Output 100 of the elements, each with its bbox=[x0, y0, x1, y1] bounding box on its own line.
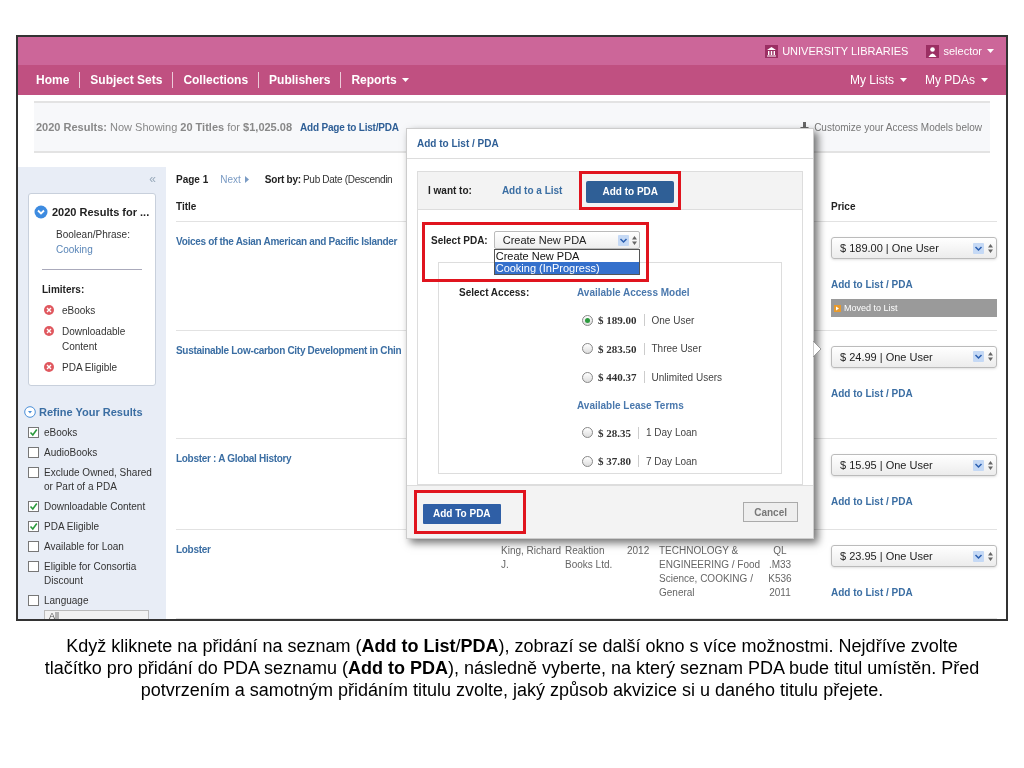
checkbox[interactable] bbox=[28, 447, 39, 458]
limiter-label: eBooks bbox=[62, 303, 96, 318]
caret-icon bbox=[987, 49, 994, 53]
chevron-icon bbox=[973, 459, 984, 471]
caret-icon bbox=[900, 78, 907, 82]
remove-icon bbox=[44, 325, 54, 336]
checkbox[interactable] bbox=[28, 521, 39, 532]
query-link[interactable]: Cooking bbox=[56, 241, 150, 257]
radio-button[interactable] bbox=[582, 371, 593, 383]
nav-link[interactable]: Subject Sets bbox=[90, 71, 163, 89]
filter-label: Eligible for Consortia Discount bbox=[44, 560, 138, 588]
checkbox[interactable] bbox=[28, 541, 39, 552]
limiter-label: Downloadable Content bbox=[62, 324, 127, 354]
price-text: $ 283.50 bbox=[598, 341, 637, 357]
add-to-list-link[interactable]: Add to List / PDA bbox=[831, 385, 997, 401]
spinner-icon bbox=[988, 243, 993, 253]
radio-button[interactable] bbox=[582, 427, 593, 439]
section-heading: Available Lease Terms bbox=[577, 398, 685, 413]
institution-label: UNIVERSITY LIBRARIES bbox=[782, 43, 909, 59]
nav-link[interactable]: My Lists bbox=[849, 71, 907, 89]
dropdown-option[interactable]: Cooking (InProgress) bbox=[494, 262, 639, 274]
checkbox[interactable] bbox=[28, 467, 39, 478]
pda-select[interactable]: Create New PDA bbox=[493, 231, 640, 249]
filter-label: Language bbox=[44, 594, 90, 608]
nav-link[interactable]: Publishers bbox=[269, 71, 331, 89]
filter-label: PDA Eligible bbox=[44, 520, 101, 534]
chevron-circle-icon bbox=[24, 405, 36, 418]
cancel-button[interactable]: Cancel bbox=[743, 502, 798, 523]
radio-button[interactable] bbox=[582, 343, 593, 355]
access-option-label: 7 Day Loan bbox=[646, 454, 698, 469]
spinner-icon bbox=[988, 352, 993, 362]
caret-icon bbox=[981, 78, 988, 82]
filter-label: Available for Loan bbox=[44, 540, 125, 554]
title-link[interactable]: Sustainable Low-carbon City Development in Chin bbox=[176, 344, 402, 356]
want-label: I want to: bbox=[428, 184, 472, 198]
title-link[interactable]: Lobster : A Global History bbox=[176, 453, 292, 465]
user-menu[interactable]: selector bbox=[943, 42, 994, 60]
summary-title: 2020 Results for ... bbox=[52, 205, 150, 220]
add-to-pda-button[interactable]: Add To PDA bbox=[423, 503, 501, 524]
add-to-list-link[interactable]: Add to List / PDA bbox=[831, 494, 997, 510]
limiters-title: Limiters: bbox=[42, 282, 86, 297]
check-icon bbox=[29, 428, 38, 437]
nav-link[interactable]: Reports bbox=[351, 71, 409, 89]
language-select[interactable]: All bbox=[44, 610, 149, 619]
chevron-circle-icon bbox=[34, 205, 48, 220]
tab[interactable]: Add to a List bbox=[501, 183, 563, 198]
caption-text: Když kliknete na přidání na seznam (Add to List/PDA), zobrazí se další okno s více možnostmi. Nejdříve zvolte tlačítko pro přidání do PDA seznamu (Add to PDA), následně vyberte, na který seznam PDA bude titul umístěn. Před potvrzením a samotným přidáním titulu zvolte, jaký způsob akvizice si u daného titulu přejete. bbox=[43, 635, 981, 701]
price-text: $ 440.37 bbox=[598, 370, 637, 385]
nav-link[interactable]: Collections bbox=[183, 71, 249, 89]
remove-icon bbox=[44, 361, 54, 372]
hint-text: Customize your Access Models below bbox=[814, 120, 982, 135]
page-label: Page 1 bbox=[176, 173, 209, 188]
checkbox[interactable] bbox=[28, 427, 39, 438]
check-icon bbox=[29, 502, 38, 511]
publisher-text: Reaktion Books Ltd. bbox=[565, 544, 614, 573]
access-option-label: One User bbox=[651, 313, 695, 328]
call-number-text: QL .M33 K536 2011 bbox=[767, 544, 793, 601]
tab[interactable]: Add to PDA bbox=[586, 180, 674, 203]
price-select[interactable]: $ 15.95 | One User bbox=[831, 454, 997, 477]
building-icon bbox=[765, 44, 779, 58]
column-header: Title bbox=[176, 200, 198, 215]
caret-icon bbox=[244, 176, 249, 184]
user-icon bbox=[926, 44, 940, 58]
select-label: Select PDA: bbox=[431, 234, 488, 248]
sort-label: Sort by: bbox=[264, 173, 301, 188]
price-select[interactable]: $ 24.99 | One User bbox=[831, 345, 997, 368]
price-select[interactable]: $ 23.95 | One User bbox=[831, 545, 997, 568]
nav-link[interactable]: My PDAs bbox=[925, 71, 988, 89]
remove-icon bbox=[44, 304, 54, 315]
title-link[interactable]: Lobster bbox=[176, 544, 211, 556]
add-to-list-link[interactable]: Add to List / PDA bbox=[831, 585, 997, 601]
title-link[interactable]: Voices of the Asian American and Pacific Islander bbox=[176, 236, 398, 248]
price-select[interactable]: $ 189.00 | One User bbox=[831, 237, 997, 260]
play-icon bbox=[834, 304, 841, 312]
spinner-icon bbox=[988, 460, 993, 470]
access-option-label: 1 Day Loan bbox=[646, 426, 698, 441]
chevron-icon bbox=[973, 351, 984, 363]
price-text: $ 28.35 bbox=[598, 425, 631, 441]
dropdown-option[interactable]: Create New PDA bbox=[494, 250, 639, 262]
sort-value[interactable]: Pub Date (Descendin bbox=[303, 172, 393, 188]
add-to-list-link[interactable]: Add to List / PDA bbox=[831, 277, 997, 293]
checkbox[interactable] bbox=[28, 561, 39, 572]
year-text: 2012 bbox=[627, 544, 651, 559]
author-text: King, Richard J. bbox=[501, 544, 563, 573]
checkbox[interactable] bbox=[28, 595, 39, 606]
radio-button[interactable] bbox=[582, 314, 593, 326]
limiter-label: PDA Eligible bbox=[62, 360, 118, 375]
chevron-icon bbox=[973, 242, 984, 254]
nav-link[interactable]: Home bbox=[36, 71, 70, 89]
access-option-label: Three User bbox=[651, 342, 702, 357]
refine-title[interactable]: Refine Your Results bbox=[39, 403, 143, 420]
price-text: $ 189.00 bbox=[598, 313, 637, 328]
check-icon bbox=[29, 522, 38, 531]
next-link[interactable]: Next bbox=[220, 172, 249, 188]
radio-button[interactable] bbox=[582, 455, 593, 467]
add-page-link[interactable]: Add Page to List/PDA bbox=[300, 119, 399, 135]
checkbox[interactable] bbox=[28, 501, 39, 512]
dialog-title: Add to List / PDA bbox=[407, 129, 813, 159]
access-option-label: Unlimited Users bbox=[651, 370, 723, 385]
caret-icon bbox=[401, 78, 409, 82]
